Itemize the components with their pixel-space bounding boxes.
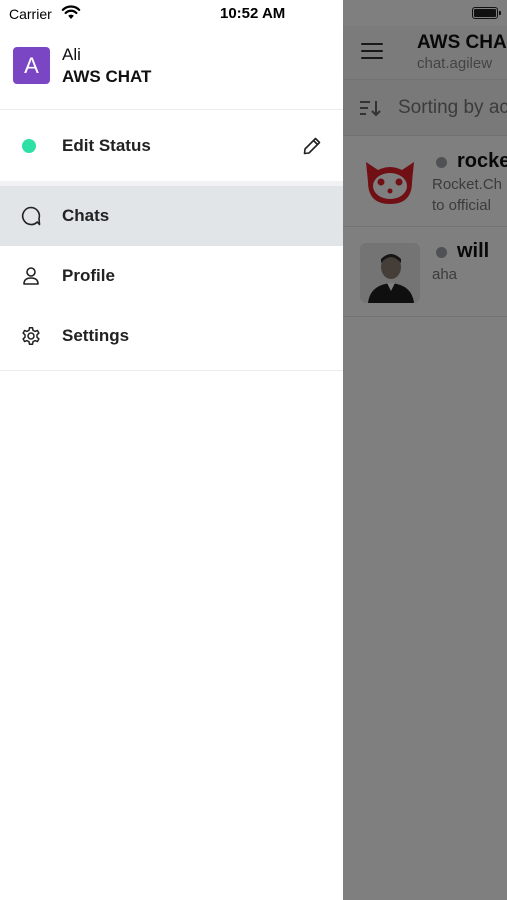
sidebar-item-settings[interactable]: Settings — [0, 306, 343, 366]
pencil-icon[interactable] — [302, 136, 322, 156]
sidebar-item-chats[interactable]: Chats — [0, 186, 343, 246]
status-bar: Carrier 10:52 AM — [0, 0, 507, 26]
online-status-dot — [22, 139, 36, 153]
user-name: Ali — [62, 45, 81, 64]
edit-status-label: Edit Status — [62, 136, 151, 155]
gear-icon — [22, 327, 40, 345]
sidebar-item-label: Chats — [62, 206, 110, 225]
side-drawer: A Ali AWS CHAT Edit Status Chats Profile… — [0, 0, 343, 900]
server-name: AWS CHAT — [62, 67, 152, 86]
sidebar-item-label: Settings — [62, 326, 130, 345]
chat-bubble-icon — [21, 206, 41, 226]
profile-header[interactable]: A Ali AWS CHAT — [0, 26, 343, 110]
avatar: A — [13, 47, 50, 84]
clock: 10:52 AM — [220, 5, 286, 22]
sidebar-item-label: Profile — [62, 266, 115, 285]
edit-status-item[interactable]: Edit Status — [0, 110, 343, 182]
carrier-label: Carrier — [9, 6, 52, 22]
sidebar-item-profile[interactable]: Profile — [0, 246, 343, 306]
battery-icon — [472, 7, 501, 19]
divider — [0, 370, 343, 371]
wifi-icon — [61, 5, 81, 19]
user-icon — [23, 267, 39, 285]
